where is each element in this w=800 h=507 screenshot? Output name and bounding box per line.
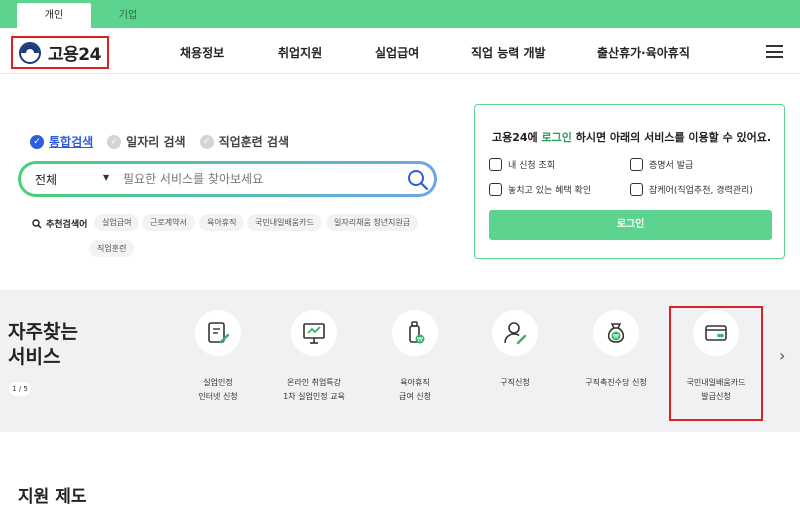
service-parental-leave-benefit[interactable]: ₩ 육아휴직 급여 신청 [365,310,465,404]
keyword-tag[interactable]: 직업훈련 [89,240,135,257]
search-icon [408,170,429,191]
document-pen-icon [195,310,241,356]
hamburger-menu-icon[interactable] [766,45,783,58]
presentation-board-icon [291,310,337,356]
highlight-box [669,306,763,421]
my-applications-link[interactable]: 내 신청 조회 [489,158,555,171]
service-job-application[interactable]: 구직신청 [465,310,565,390]
login-button[interactable]: 로그인 [489,210,772,240]
check-icon: ✓ [30,134,44,149]
chevron-right-icon[interactable]: › [779,346,785,365]
keyword-tag[interactable]: 국민내일배움카드 [247,214,322,231]
top-tab-bar: 개인 기업 [0,0,800,28]
svg-text:₩: ₩ [613,334,619,341]
logo-text: 고용24 [48,45,101,65]
search-scope-select[interactable]: 전체 [35,171,57,188]
login-panel-title: 고용24에 로그인 하시면 아래의 서비스를 이용할 수 있어요. [492,131,772,144]
nav-employment-support[interactable]: 취업지원 [278,44,322,61]
search-input[interactable] [123,169,393,189]
search-type-options: ✓ 통합검색 ✓ 일자리 검색 ✓ 직업훈련 검색 [30,133,303,150]
carousel-pager: 1 / 5 [9,382,31,396]
check-icon: ✓ [107,134,122,149]
tab-business[interactable]: 기업 [91,3,165,28]
jobcare-link[interactable]: 잡케어(직업추천, 경력관리) [630,183,753,196]
service-job-promotion-allowance[interactable]: ₩ 구직촉진수당 신청 [566,310,666,390]
money-bag-icon: ₩ [593,310,639,356]
site-header: 고용24 채용정보 취업지원 실업급여 직업 능력 개발 출산휴가·육아휴직 [0,28,800,74]
nav-maternity-parental-leave[interactable]: 출산휴가·육아휴직 [597,44,690,61]
search-box: 전체 ▼ [18,161,437,197]
keyword-tag[interactable]: 근로계약서 [142,214,195,231]
svg-text:₩: ₩ [417,337,423,344]
service-unemployment-recognition[interactable]: 실업인정 인터넷 신청 [168,310,268,404]
login-link[interactable]: 로그인 [542,131,572,144]
list-icon [489,158,502,171]
missed-benefits-link[interactable]: 놓치고 있는 혜택 확인 [489,183,591,196]
baby-bottle-icon: ₩ [392,310,438,356]
recommended-keywords-label: 추천검색어 [32,217,87,230]
check-icon: ✓ [199,134,214,149]
service-online-lecture[interactable]: 온라인 취업특강 1차 실업인정 교육 [264,310,364,404]
nav-unemployment-benefit[interactable]: 실업급여 [375,44,419,61]
section-title: 자주찾는 서비스 [8,321,78,368]
nav-vocational-training[interactable]: 직업 능력 개발 [471,44,546,61]
support-section-title: 지원 제도 [18,487,87,507]
nav-job-info[interactable]: 채용정보 [180,44,224,61]
certificate-icon [630,158,643,171]
certificate-issue-link[interactable]: 증명서 발급 [630,158,693,171]
caret-down-icon[interactable]: ▼ [103,173,109,182]
search-option-training[interactable]: ✓ 직업훈련 검색 [199,133,289,150]
site-logo[interactable]: 고용24 [11,36,109,69]
keyword-tag[interactable]: 육아휴직 [199,214,245,231]
frequent-services-section: 자주찾는 서비스 1 / 5 실업인정 인터넷 신청 온라인 취업특강 1차 실… [0,290,800,432]
search-button[interactable] [406,168,430,192]
search-option-jobs[interactable]: ✓ 일자리 검색 [107,133,186,150]
keyword-tag[interactable]: 일자리채움 청년지원금 [326,214,419,231]
tab-personal[interactable]: 개인 [17,3,91,28]
login-panel: 고용24에 로그인 하시면 아래의 서비스를 이용할 수 있어요. 내 신청 조… [474,104,785,259]
document-search-icon [489,183,502,196]
keyword-tag[interactable]: 실업급여 [94,214,140,231]
person-pen-icon [492,310,538,356]
briefcase-icon [630,183,643,196]
search-option-integrated[interactable]: ✓ 통합검색 [30,133,93,150]
search-icon [32,218,42,228]
government-emblem-icon [19,41,41,64]
